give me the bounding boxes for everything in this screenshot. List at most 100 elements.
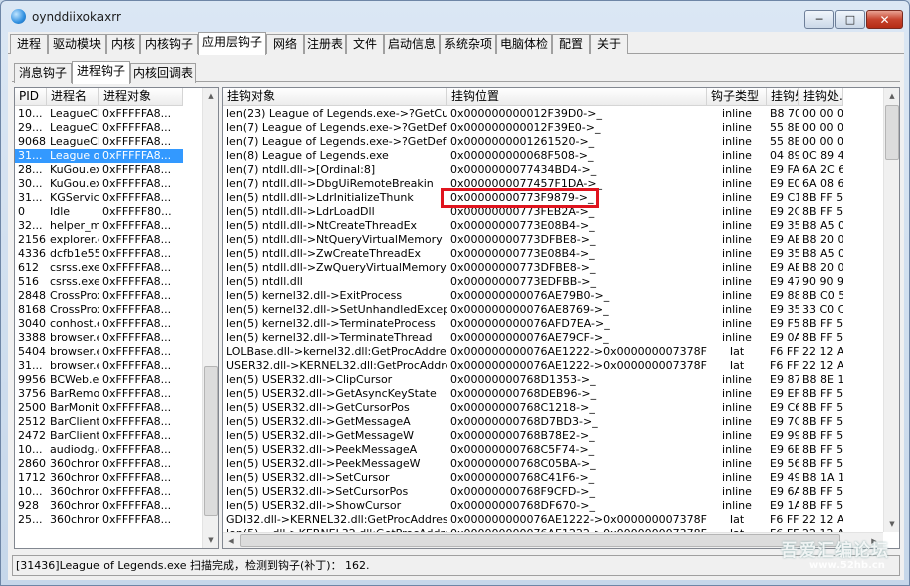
process-row[interactable]: 8168 CrossProxy....0xFFFFFA8... <box>15 303 183 317</box>
process-row[interactable]: 1712 360chrome....0xFFFFFA8... <box>15 471 183 485</box>
hook-row[interactable]: len(5) USER32.dll->GetMessageA 0x00000000… <box>223 415 843 429</box>
sub-tab-1[interactable]: 进程钩子 <box>72 61 130 84</box>
hook-row[interactable]: len(7) League of Legends.exe->?GetDefa..… <box>223 121 843 135</box>
hook-row[interactable]: len(5) USER32.dll->GetCursorPos 0x0000000… <box>223 401 843 415</box>
hook-row[interactable]: len(5) USER32.dll->SetCursorPos 0x0000000… <box>223 485 843 499</box>
process-row[interactable]: 3756 BarRemoteS...0xFFFFFA8... <box>15 387 183 401</box>
hook-header-3[interactable]: 挂钩处... <box>767 88 799 106</box>
title-bar[interactable]: oynddiixokaxrr ─ □ ✕ <box>1 1 909 31</box>
main-tab-12[interactable]: 关于 <box>590 34 628 54</box>
process-row[interactable]: 4336 dcfb1e55.exe0xFFFFFA8... <box>15 247 183 261</box>
process-row[interactable]: 29... LeagueClien...0xFFFFFA8... <box>15 121 183 135</box>
main-tab-3[interactable]: 内核钩子 <box>140 34 198 54</box>
hook-row[interactable]: USER32.dll->KERNEL32.dll:GetProcAddress 0… <box>223 359 843 373</box>
close-button[interactable]: ✕ <box>866 10 903 29</box>
process-row[interactable]: 3388 browser.exe0xFFFFFA8... <box>15 331 183 345</box>
hook-row[interactable]: len(5) USER32.dll->ShowCursor 0x000000007… <box>223 499 843 513</box>
process-row[interactable]: 2848 CrossProxy....0xFFFFFA8... <box>15 289 183 303</box>
main-tab-1[interactable]: 驱动模块 <box>48 34 106 54</box>
process-list[interactable]: PID进程名进程对象 10...LeagueClien...0xFFFFFA8.… <box>14 87 219 549</box>
hook-row[interactable]: len(5) kernel32.dll->SetUnhandledExcepti… <box>223 303 843 317</box>
scroll-left-icon[interactable]: ◀ <box>223 533 239 548</box>
main-tab-0[interactable]: 进程 <box>10 34 48 54</box>
process-row[interactable]: 31... browser.exe0xFFFFFA8... <box>15 359 183 373</box>
process-row[interactable]: 2156 explorer.exe0xFFFFFA8... <box>15 233 183 247</box>
scroll-up-icon[interactable]: ▲ <box>203 88 218 104</box>
hook-list-vscrollbar[interactable]: ▲ ▼ <box>883 88 899 532</box>
process-row[interactable]: 32... helper_main...0xFFFFFA8... <box>15 219 183 233</box>
process-row[interactable]: 10... 360chrome....0xFFFFFA8... <box>15 485 183 499</box>
hook-row[interactable]: LOLBase.dll->kernel32.dll:GetProcAddress… <box>223 345 843 359</box>
process-row[interactable]: 5404 browser.exe0xFFFFFA8... <box>15 345 183 359</box>
scroll-thumb[interactable] <box>240 534 840 547</box>
main-tab-11[interactable]: 配置 <box>552 34 590 54</box>
hook-row[interactable]: len(5) kernel32.dll->TerminateProcess 0x0… <box>223 317 843 331</box>
main-tab-9[interactable]: 系统杂项 <box>440 34 496 54</box>
hook-row[interactable]: len(5) USER32.dll->PeekMessageA 0x0000000… <box>223 443 843 457</box>
hook-row[interactable]: GDI32.dll->KERNEL32.dll:GetProcAddress 0x… <box>223 513 843 527</box>
scroll-down-icon[interactable]: ▼ <box>203 532 218 548</box>
process-row[interactable]: 25... 360chrome....0xFFFFFA8... <box>15 513 183 527</box>
process-row[interactable]: 516 csrss.exe 0xFFFFFA8... <box>15 275 183 289</box>
process-list-vscrollbar[interactable]: ▲ ▼ <box>202 88 218 548</box>
hook-row-cell: 0x0000000077434BD4->_ <box>450 163 597 176</box>
process-row[interactable]: 2860 360chrome....0xFFFFFA8... <box>15 457 183 471</box>
hook-row[interactable]: len(5) kernel32.dll->TerminateThread 0x00… <box>223 331 843 345</box>
hook-row-cell: len(5) kernel32.dll->SetUnhandledExcepti… <box>226 303 447 316</box>
process-row[interactable]: 10... audiodg.exe0xFFFFFA8... <box>15 443 183 457</box>
hook-header-4[interactable]: 挂钩处... <box>799 88 843 106</box>
process-row[interactable]: 30... KuGou.exe0xFFFFFA8... <box>15 177 183 191</box>
process-header-2[interactable]: 进程对象 <box>99 88 183 106</box>
process-row[interactable]: 31... League of L...0xFFFFFA8... <box>15 149 183 163</box>
process-row[interactable]: 928 360chrome....0xFFFFFA8... <box>15 499 183 513</box>
main-tab-8[interactable]: 启动信息 <box>384 34 440 54</box>
hook-list[interactable]: 挂钩对象挂钩位置钩子类型挂钩处...挂钩处... len(23) League … <box>222 87 900 549</box>
process-header-0[interactable]: PID <box>15 88 47 106</box>
minimize-button[interactable]: ─ <box>804 10 834 29</box>
hook-row[interactable]: len(23) League of Legends.exe->?GetCurr.… <box>223 107 843 121</box>
scroll-down-icon[interactable]: ▼ <box>884 516 899 532</box>
hook-row[interactable]: len(5) USER32.dll->PeekMessageW 0x0000000… <box>223 457 843 471</box>
main-tab-2[interactable]: 内核 <box>106 34 140 54</box>
scroll-thumb[interactable] <box>204 366 218 516</box>
process-row[interactable]: 10... LeagueClien...0xFFFFFA8... <box>15 107 183 121</box>
scroll-up-icon[interactable]: ▲ <box>884 88 899 104</box>
scroll-thumb[interactable] <box>885 105 899 160</box>
process-row[interactable]: 3040 conhost.exe0xFFFFFA8... <box>15 317 183 331</box>
hook-row[interactable]: len(5) ntdll.dll->ZwCreateThreadEx 0x0000… <box>223 247 843 261</box>
hook-row[interactable]: len(7) ntdll.dll->[Ordinal:8] 0x000000007… <box>223 163 843 177</box>
hook-row[interactable]: len(5) USER32.dll->GetMessageW 0x00000000… <box>223 429 843 443</box>
process-row[interactable]: 9068 LeagueClien...0xFFFFFA8... <box>15 135 183 149</box>
process-row[interactable]: 0 Idle 0xFFFFF80... <box>15 205 183 219</box>
hook-row[interactable]: len(5) USER32.dll->SetCursor 0x0000000076… <box>223 471 843 485</box>
hook-header-1[interactable]: 挂钩位置 <box>447 88 707 106</box>
hook-row[interactable]: len(5) USER32.dll->ClipCursor 0x000000007… <box>223 373 843 387</box>
hook-row[interactable]: len(5) ntdll.dll->NtCreateThreadEx 0x0000… <box>223 219 843 233</box>
process-header-1[interactable]: 进程名 <box>47 88 99 106</box>
hook-row[interactable]: len(8) League of Legends.exe 0x0000000000… <box>223 149 843 163</box>
process-row[interactable]: 2500 BarMonitor....0xFFFFFA8... <box>15 401 183 415</box>
process-row[interactable]: 9956 BCWeb.exe0xFFFFFA8... <box>15 373 183 387</box>
process-row[interactable]: 2512 BarClientVie...0xFFFFFA8... <box>15 415 183 429</box>
hook-row[interactable]: len(5) ntdll.dll->NtQueryVirtualMemory 0x… <box>223 233 843 247</box>
hook-row[interactable]: len(7) League of Legends.exe->?GetDefa..… <box>223 135 843 149</box>
sub-tab-2[interactable]: 内核回调表 <box>130 63 196 83</box>
hook-header-2[interactable]: 钩子类型 <box>707 88 767 106</box>
hook-row[interactable]: len(5) USER32.dll->GetAsyncKeyState 0x000… <box>223 387 843 401</box>
hook-row[interactable]: len(5) kernel32.dll->ExitProcess 0x000000… <box>223 289 843 303</box>
process-row[interactable]: 28... KuGou.exe0xFFFFFA8... <box>15 163 183 177</box>
main-tab-6[interactable]: 注册表 <box>304 34 346 54</box>
hook-row[interactable]: len(5) ntdll.dll->ZwQueryVirtualMemory 0x… <box>223 261 843 275</box>
process-row[interactable]: 612 csrss.exe 0xFFFFFA8... <box>15 261 183 275</box>
main-tab-5[interactable]: 网络 <box>266 34 304 54</box>
main-tab-7[interactable]: 文件 <box>346 34 384 54</box>
sub-tab-0[interactable]: 消息钩子 <box>14 63 72 83</box>
main-tab-4[interactable]: 应用层钩子 <box>198 32 266 55</box>
hook-header-0[interactable]: 挂钩对象 <box>223 88 447 106</box>
maximize-button[interactable]: □ <box>835 10 865 29</box>
process-row[interactable]: 2472 BarClientSaf...0xFFFFFA8... <box>15 429 183 443</box>
hook-row[interactable]: len(5) ntdll.dll 0x00000000773EDFBB->_ inl… <box>223 275 843 289</box>
main-tab-10[interactable]: 电脑体检 <box>496 34 552 54</box>
hook-row-cell: len(5) USER32.dll->PeekMessageA <box>226 443 418 456</box>
process-row[interactable]: 31... KGService.exe0xFFFFFA8... <box>15 191 183 205</box>
